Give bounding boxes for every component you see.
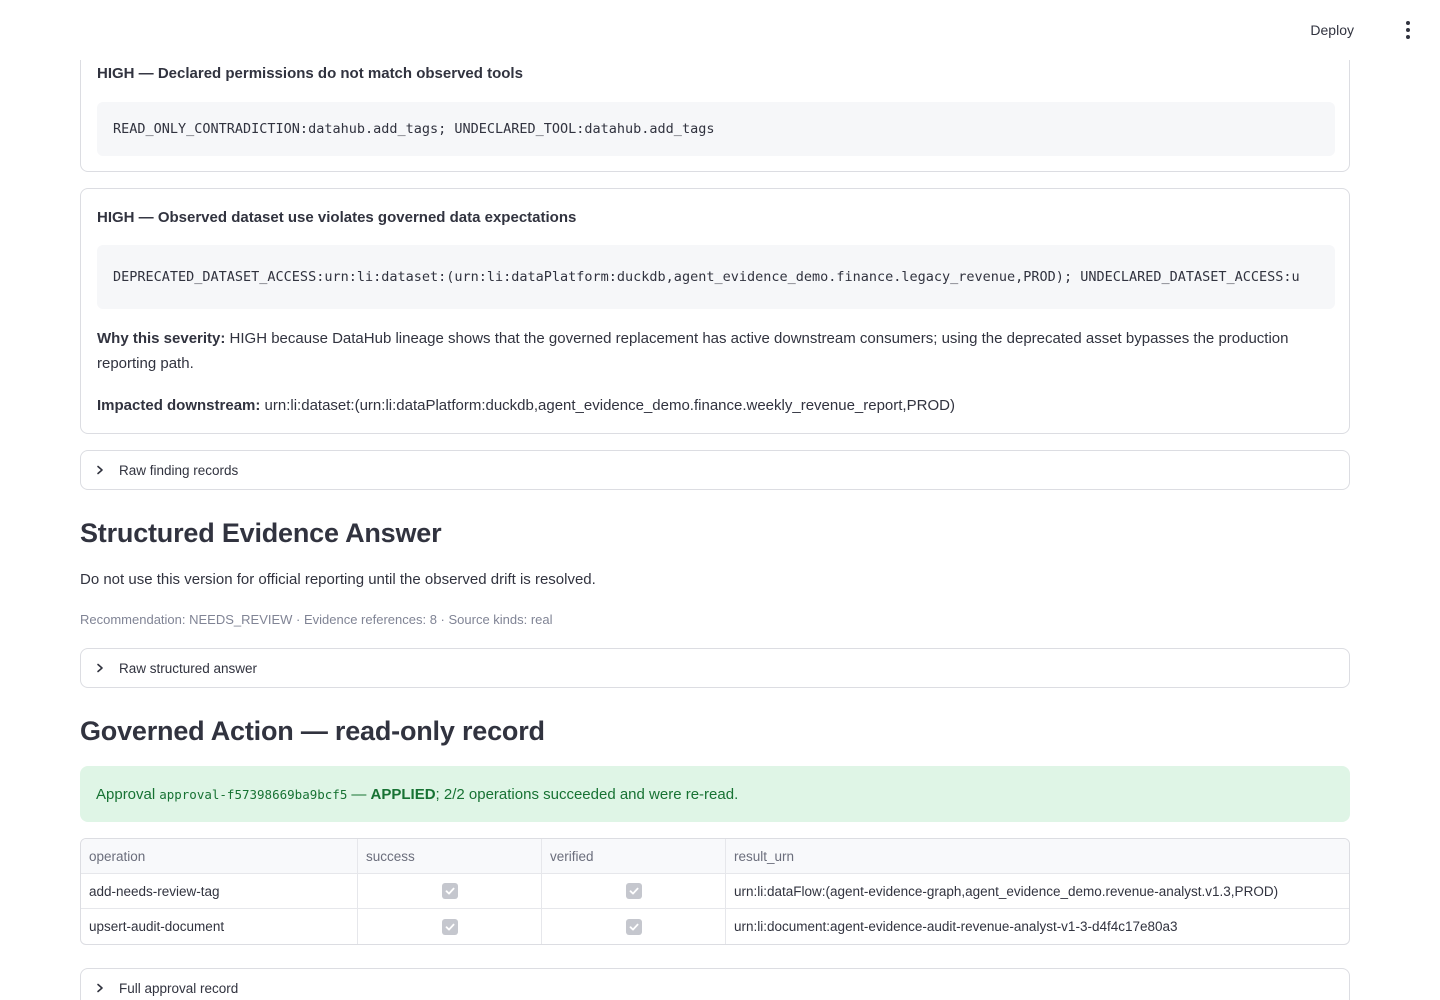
success-cell	[358, 874, 542, 908]
finding-code-text: READ_ONLY_CONTRADICTION:datahub.add_tags…	[113, 121, 715, 137]
column-header-success[interactable]: success	[358, 839, 542, 873]
alert-status: APPLIED	[370, 785, 436, 803]
severity-reason-label: Why this severity:	[97, 330, 226, 347]
chevron-right-icon	[95, 465, 105, 475]
impacted-downstream-label: Impacted downstream:	[97, 397, 261, 414]
checkbox-checked-icon	[441, 918, 458, 935]
raw-answer-expander[interactable]: Raw structured answer	[80, 648, 1350, 688]
table-row: upsert-audit-document urn:li:document:ag…	[81, 909, 1349, 944]
success-alert: Approval approval-f57398669ba9bcf5 — APP…	[80, 766, 1350, 822]
severity-reason: Why this severity: HIGH because DataHub …	[97, 326, 1297, 376]
expander-label: Raw structured answer	[119, 660, 258, 676]
verified-cell	[542, 909, 726, 944]
expander-label: Raw finding records	[119, 462, 239, 478]
operation-cell: add-needs-review-tag	[81, 874, 358, 908]
raw-findings-expander[interactable]: Raw finding records	[80, 450, 1350, 490]
chevron-right-icon	[95, 663, 105, 673]
operations-table: operation success verified result_urn ad…	[80, 838, 1350, 945]
operation-cell: upsert-audit-document	[81, 909, 358, 944]
chevron-right-icon	[95, 983, 105, 993]
finding-code[interactable]: DEPRECATED_DATASET_ACCESS:urn:li:dataset…	[97, 245, 1335, 309]
column-header-result-urn[interactable]: result_urn	[726, 839, 1349, 873]
table-row: add-needs-review-tag urn:li:dataFlow:(ag…	[81, 874, 1349, 909]
section-heading-answer: Structured Evidence Answer	[80, 518, 442, 548]
table-header-row: operation success verified result_urn	[81, 839, 1349, 874]
result-urn-cell: urn:li:dataFlow:(agent-evidence-graph,ag…	[734, 883, 1279, 899]
alert-separator: —	[351, 785, 367, 803]
result-urn-cell: urn:li:document:agent-evidence-audit-rev…	[734, 919, 1178, 934]
checkbox-checked-icon	[625, 918, 642, 935]
column-header-verified[interactable]: verified	[542, 839, 726, 873]
finding-title: HIGH — Observed dataset use violates gov…	[97, 209, 577, 226]
column-header-operation[interactable]: operation	[81, 839, 358, 873]
severity-reason-text: HIGH because DataHub lineage shows that …	[97, 330, 1289, 372]
success-cell	[358, 909, 542, 944]
finding-card: HIGH — Observed dataset use violates gov…	[80, 188, 1350, 434]
section-heading-action: Governed Action — read-only record	[80, 716, 545, 746]
checkbox-checked-icon	[625, 883, 642, 899]
impacted-downstream: Impacted downstream: urn:li:dataset:(urn…	[97, 393, 1297, 418]
alert-prefix: Approval	[96, 785, 156, 803]
finding-title: HIGH — Declared permissions do not match…	[97, 65, 523, 82]
top-bar: Deploy	[0, 0, 1440, 60]
answer-caption: Recommendation: NEEDS_REVIEW · Evidence …	[80, 612, 553, 627]
finding-code-text: DEPRECATED_DATASET_ACCESS:urn:li:dataset…	[113, 269, 1300, 285]
expander-label: Full approval record	[119, 980, 239, 996]
deploy-button[interactable]: Deploy	[1310, 20, 1354, 40]
verified-cell	[542, 874, 726, 908]
finding-code: READ_ONLY_CONTRADICTION:datahub.add_tags…	[97, 102, 1335, 156]
impacted-downstream-text: urn:li:dataset:(urn:li:dataPlatform:duck…	[264, 397, 955, 414]
checkbox-checked-icon	[441, 883, 458, 899]
answer-text: Do not use this version for official rep…	[80, 571, 596, 588]
full-approval-expander[interactable]: Full approval record	[80, 968, 1350, 1000]
more-vertical-icon[interactable]	[1400, 18, 1416, 42]
alert-suffix: ; 2/2 operations succeeded and were re-r…	[435, 785, 739, 803]
approval-id: approval-f57398669ba9bcf5	[159, 786, 348, 802]
